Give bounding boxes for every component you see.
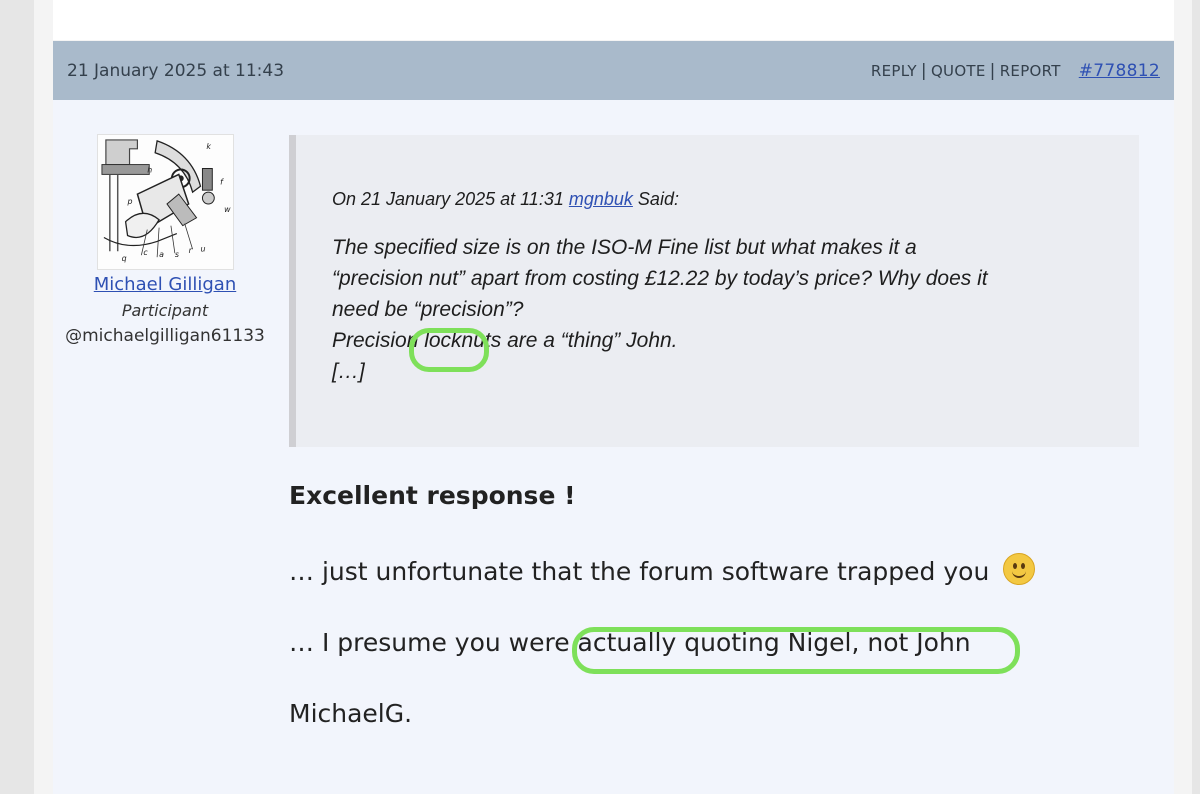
post-header: 21 January 2025 at 11:43 REPLY | QUOTE |… (53, 41, 1174, 100)
svg-text:s: s (174, 250, 178, 259)
quote-citation: On 21 January 2025 at 11:31 mgnbuk Said: (332, 187, 1139, 211)
author-name-link[interactable]: Michael Gilligan (94, 274, 236, 295)
action-separator: | (920, 60, 927, 81)
previous-post-bottom (53, 0, 1174, 40)
reply-paragraph: … just unfortunate that the forum softwa… (289, 553, 1036, 588)
quote-citation-date: On 21 January 2025 at 11:31 (332, 189, 564, 209)
quote-line: “precision nut” apart from costing £12.2… (332, 267, 988, 290)
reply-link[interactable]: REPLY (871, 62, 917, 80)
post-permalink[interactable]: #778812 (1079, 61, 1160, 81)
svg-text:c: c (143, 248, 148, 257)
quoted-post: On 21 January 2025 at 11:31 mgnbuk Said:… (289, 135, 1139, 447)
svg-text:a: a (159, 250, 164, 259)
avatar[interactable]: q c a s r u p h k f w (96, 134, 234, 270)
author-handle: @michaelgilligan61133 (65, 326, 265, 346)
svg-text:k: k (206, 142, 211, 151)
smiley-emoji-icon (1003, 553, 1036, 585)
svg-text:h: h (147, 165, 152, 174)
signature: MichaelG. (289, 699, 413, 728)
reply-heading: Excellent response ! (289, 481, 576, 510)
post-actions: REPLY | QUOTE | REPORT #778812 (871, 61, 1160, 81)
action-separator: | (989, 60, 996, 81)
svg-text:w: w (224, 205, 231, 214)
quoted-user-link[interactable]: mgnbuk (569, 189, 633, 209)
post-content: Excellent response ! … just unfortunate … (289, 480, 1036, 730)
quote-line: The specified size is on the ISO-M Fine … (332, 236, 917, 259)
svg-text:p: p (126, 197, 132, 206)
svg-text:u: u (200, 244, 205, 253)
quote-citation-said: Said: (637, 189, 679, 209)
svg-text:q: q (121, 254, 126, 263)
post-body: q c a s r u p h k f w Michael Gilligan P… (53, 100, 1174, 794)
highlight-circle-john (409, 328, 489, 372)
quote-line: need be “precision”? (332, 298, 524, 321)
highlight-circle-nigel (572, 627, 1020, 674)
post-date: 21 January 2025 at 11:43 (67, 60, 285, 81)
author-panel: q c a s r u p h k f w Michael Gilligan P… (53, 134, 277, 346)
author-role: Participant (121, 301, 209, 320)
quote-link[interactable]: QUOTE (931, 62, 986, 80)
reply-text: … just unfortunate that the forum softwa… (289, 557, 990, 586)
report-link[interactable]: REPORT (1000, 62, 1061, 80)
